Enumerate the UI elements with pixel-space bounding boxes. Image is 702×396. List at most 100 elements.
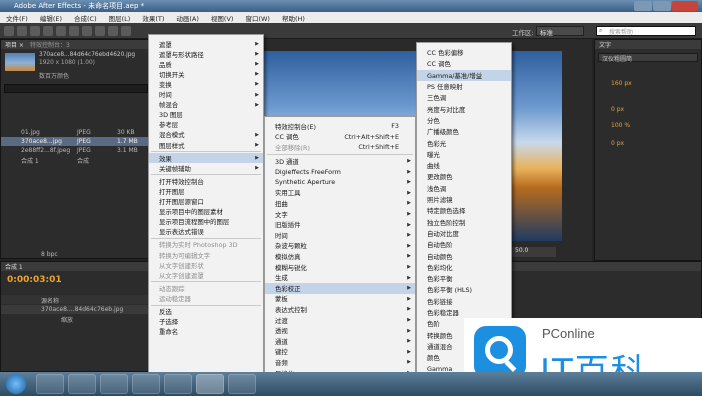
context-menu-item[interactable]: 从文字创建遮罩 (149, 270, 263, 280)
effects-menu-item[interactable]: 通道 ▶ (265, 336, 415, 347)
start-button-icon[interactable] (6, 374, 26, 394)
color-menu-item[interactable]: 色彩光 (417, 137, 511, 148)
menu-view[interactable]: 视图(V) (205, 13, 240, 23)
context-menu-item[interactable]: 效果 ▶ (149, 153, 263, 164)
taskbar-ie-icon[interactable] (36, 374, 64, 394)
context-menu-item[interactable]: 从文字创建形状 (149, 260, 263, 270)
effects-menu-item[interactable]: 全部移除(R) Ctrl+Shift+E (265, 142, 415, 153)
menu-composition[interactable]: 合成(C) (68, 13, 103, 23)
context-menu-item[interactable]: 切换开关 ▶ (149, 69, 263, 79)
color-menu-item[interactable]: Gamma/基准/增益 (417, 69, 511, 81)
context-menu-item[interactable]: 反选 (149, 307, 263, 317)
maximize-button[interactable] (653, 1, 671, 11)
context-menu-item[interactable]: 变换 ▶ (149, 79, 263, 89)
minimize-button[interactable] (634, 1, 652, 11)
taskbar-firefox-icon[interactable] (100, 374, 128, 394)
effects-menu-item[interactable]: Digieffects FreeForm ▶ (265, 166, 415, 177)
list-item[interactable]: 370ace8...jpg JPEG 1.7 MB (1, 137, 151, 146)
context-menu-item[interactable]: 显示项目流程图中的图层 (149, 217, 263, 227)
color-menu-item[interactable]: 照片滤镜 (417, 194, 511, 205)
baseline-value[interactable]: 0 px (611, 140, 624, 147)
project-tab[interactable]: 项目 × (5, 40, 24, 49)
color-menu-item[interactable]: 曲线 (417, 160, 511, 171)
effects-menu-item[interactable]: 模拟仿真 ▶ (265, 251, 415, 262)
effects-menu-item[interactable]: CC 调色 Ctrl+Alt+Shift+E (265, 132, 415, 143)
workspace-select[interactable]: 标准 (536, 26, 584, 37)
mask-tool-icon[interactable] (82, 26, 92, 36)
taskbar-after-effects-icon[interactable] (196, 374, 224, 394)
effects-menu-item[interactable]: 文字 ▶ (265, 209, 415, 220)
color-menu-item[interactable]: 独立色阶控制 (417, 217, 511, 228)
tracking-value[interactable]: 0 px (611, 106, 624, 113)
color-menu-item[interactable]: 色彩均化 (417, 262, 511, 273)
color-menu-item[interactable]: 色彩平衡 (HLS) (417, 284, 511, 295)
character-tab[interactable]: 文字 (599, 40, 611, 49)
list-item[interactable]: 2e88ff2...8f.jpeg JPEG 3.1 MB (1, 146, 151, 155)
context-menu-item[interactable]: 混合模式 ▶ (149, 130, 263, 140)
effects-menu-item[interactable]: 表达式控制 ▶ (265, 304, 415, 315)
taskbar-media-icon[interactable] (228, 374, 256, 394)
effects-menu-item[interactable]: 3D 通道 ▶ (265, 156, 415, 167)
timecode[interactable]: 0:00:03:01 (7, 275, 62, 285)
color-menu-item[interactable]: 浅色调 (417, 183, 511, 194)
brush-tool-icon[interactable] (121, 26, 131, 36)
bpc-label[interactable]: 8 bpc (41, 251, 58, 258)
color-menu-item[interactable]: CC 调色 (417, 58, 511, 69)
color-menu-item[interactable]: 色彩平衡 (417, 273, 511, 284)
effects-control-tab[interactable]: 特效控制台：3 (30, 40, 70, 49)
menu-help[interactable]: 帮助(H) (276, 13, 311, 23)
color-menu-item[interactable]: 分色 (417, 115, 511, 126)
color-menu-item[interactable]: 自动色阶 (417, 239, 511, 250)
context-menu-item[interactable]: 动态跟踪 (149, 283, 263, 293)
taskbar-explorer-icon[interactable] (68, 374, 96, 394)
effects-menu-item[interactable]: 杂波与颗粒 ▶ (265, 241, 415, 252)
menu-animation[interactable]: 动画(A) (170, 13, 205, 23)
effects-menu-item[interactable]: 键控 ▶ (265, 347, 415, 358)
project-search-input[interactable] (4, 84, 148, 93)
menu-edit[interactable]: 编辑(E) (34, 13, 68, 23)
timeline-tab[interactable]: 合成 1 (5, 262, 23, 271)
color-menu-item[interactable]: 特定颜色选择 (417, 205, 511, 216)
context-menu-item[interactable]: 重命名 (149, 327, 263, 337)
color-menu-item[interactable]: 三色调 (417, 92, 511, 103)
color-menu-item[interactable]: CC 色彩偏移 (417, 47, 511, 58)
effects-menu-item[interactable]: 透视 ▶ (265, 325, 415, 336)
context-menu-item[interactable]: 运动稳定器 (149, 293, 263, 303)
font-select[interactable]: 汉仪粗圆简 (598, 53, 698, 63)
effects-menu-item[interactable]: Synthetic Aperture ▶ (265, 177, 415, 188)
search-help-input[interactable]: ⌕ 搜索帮助 (596, 26, 696, 36)
context-menu-item[interactable]: 参考层 (149, 120, 263, 130)
effects-menu-item[interactable]: 音频 ▶ (265, 357, 415, 368)
viewer-zoom[interactable]: 50.0 (512, 247, 556, 257)
context-menu-item[interactable]: 时间 ▶ (149, 90, 263, 100)
font-size-value[interactable]: 160 px (611, 80, 632, 87)
color-menu-item[interactable]: 亮度与对比度 (417, 104, 511, 115)
list-item[interactable]: 01.jpg JPEG 30 KB (1, 128, 151, 137)
list-item[interactable]: 合成 1 合成 (1, 155, 151, 165)
color-menu-item[interactable]: PS 任意映射 (417, 81, 511, 92)
taskbar-app-icon[interactable] (164, 374, 192, 394)
color-menu-item[interactable]: 色彩链接 (417, 296, 511, 307)
effects-menu-item[interactable]: 生成 ▶ (265, 272, 415, 283)
color-menu-item[interactable]: 自动对比度 (417, 228, 511, 239)
effects-menu-item[interactable]: 蒙板 ▶ (265, 294, 415, 305)
context-menu-item[interactable]: 关键帧辅助 ▶ (149, 163, 263, 173)
color-menu-item[interactable]: 广播级颜色 (417, 126, 511, 137)
menu-window[interactable]: 窗口(W) (239, 13, 276, 23)
color-menu-item[interactable]: 色彩稳定器 (417, 307, 511, 318)
scale-value[interactable]: 100 % (611, 122, 630, 129)
context-menu-item[interactable]: 打开图层 (149, 186, 263, 196)
menu-layer[interactable]: 图层(L) (103, 13, 137, 23)
camera-tool-icon[interactable] (56, 26, 66, 36)
rotate-tool-icon[interactable] (43, 26, 53, 36)
taskbar-player-icon[interactable] (132, 374, 160, 394)
color-menu-item[interactable]: 曝光 (417, 149, 511, 160)
close-button[interactable] (672, 1, 698, 11)
context-menu-item[interactable]: 打开特效控制台 (149, 176, 263, 186)
hand-tool-icon[interactable] (17, 26, 27, 36)
selection-tool-icon[interactable] (4, 26, 14, 36)
effects-menu-item[interactable]: 时间 ▶ (265, 230, 415, 241)
context-menu-item[interactable]: 子选择 (149, 317, 263, 327)
color-menu-item[interactable]: 更改颜色 (417, 171, 511, 182)
menu-effect[interactable]: 效果(T) (136, 13, 170, 23)
